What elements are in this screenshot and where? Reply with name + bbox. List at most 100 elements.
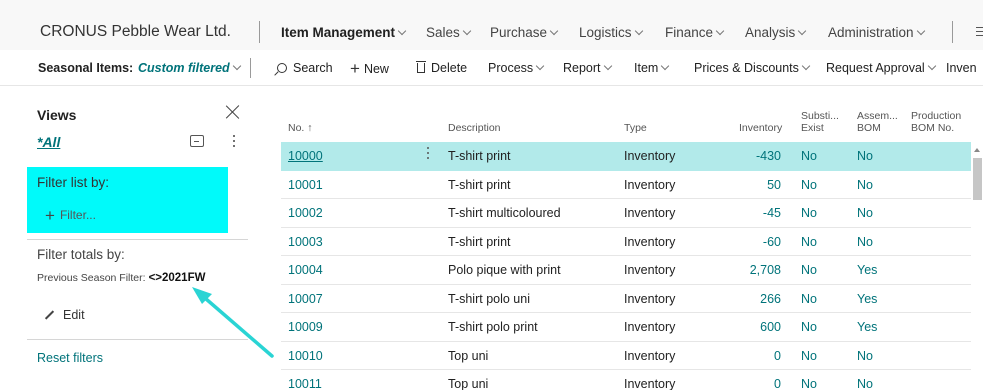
chevron-down-icon bbox=[916, 26, 925, 36]
table-row[interactable]: 10002 T-shirt multicoloured Inventory -4… bbox=[281, 199, 971, 228]
item-assembly-bom[interactable]: Yes bbox=[857, 292, 877, 306]
item-assembly-bom[interactable]: Yes bbox=[857, 263, 877, 277]
item-description: Top uni bbox=[448, 377, 489, 390]
chevron-down-icon bbox=[715, 26, 725, 36]
column-header-description[interactable]: Description bbox=[448, 122, 501, 134]
item-substitutes-exist[interactable]: No bbox=[801, 206, 817, 220]
chevron-down-icon bbox=[397, 26, 407, 36]
previous-season-filter[interactable]: Previous Season Filter: <>2021FW bbox=[37, 272, 205, 284]
request-approval-menu[interactable]: Request Approval bbox=[826, 61, 936, 75]
delete-label: Delete bbox=[431, 61, 468, 75]
prices-discounts-menu[interactable]: Prices & Discounts bbox=[694, 61, 811, 75]
new-button[interactable]: + New bbox=[350, 58, 389, 78]
item-assembly-bom[interactable]: Yes bbox=[857, 320, 877, 334]
column-header-assembly-line1[interactable]: Assem... bbox=[857, 110, 898, 122]
nav-item-management[interactable]: Item Management bbox=[281, 25, 407, 40]
item-assembly-bom[interactable]: No bbox=[857, 235, 873, 249]
item-substitutes-exist[interactable]: No bbox=[801, 349, 817, 363]
process-menu[interactable]: Process bbox=[488, 61, 545, 75]
table-row[interactable]: 10010 Top uni Inventory 0 No No bbox=[281, 342, 971, 370]
view-all-link[interactable]: *All bbox=[37, 134, 60, 150]
nav-administration[interactable]: Administration bbox=[828, 25, 925, 40]
item-inventory[interactable]: 600 bbox=[760, 320, 781, 334]
column-header-production-line2[interactable]: BOM No. bbox=[911, 122, 954, 134]
column-header-production-line1[interactable]: Production bbox=[911, 110, 961, 122]
scrollbar-thumb[interactable] bbox=[973, 158, 982, 200]
item-assembly-bom[interactable]: No bbox=[857, 377, 873, 390]
item-inventory[interactable]: 50 bbox=[767, 178, 781, 192]
view-filter-selector[interactable]: Custom filtered bbox=[138, 61, 241, 75]
item-substitutes-exist[interactable]: No bbox=[801, 149, 817, 163]
reset-filters-link[interactable]: Reset filters bbox=[37, 351, 103, 365]
delete-button[interactable]: Delete bbox=[416, 61, 468, 75]
scroll-up-arrow-icon[interactable] bbox=[974, 148, 980, 152]
pencil-icon bbox=[44, 310, 55, 320]
prices-discounts-label: Prices & Discounts bbox=[694, 61, 799, 75]
add-filter-button[interactable]: + Filter... bbox=[45, 204, 96, 225]
column-header-substitutes-line1[interactable]: Substi... bbox=[801, 110, 839, 122]
item-menu[interactable]: Item bbox=[634, 61, 670, 75]
item-number-link[interactable]: 10002 bbox=[288, 206, 323, 220]
item-inventory[interactable]: 2,708 bbox=[750, 263, 781, 277]
chevron-down-icon bbox=[801, 61, 811, 71]
table-row[interactable]: 10000 T-shirt print Inventory -430 No No bbox=[281, 142, 971, 171]
row-actions-icon[interactable] bbox=[427, 147, 429, 162]
item-inventory[interactable]: 266 bbox=[760, 292, 781, 306]
grid-scrollbar[interactable] bbox=[972, 142, 983, 390]
company-name[interactable]: CRONUS Pebble Wear Ltd. bbox=[40, 23, 231, 41]
nav-sales[interactable]: Sales bbox=[426, 25, 472, 40]
item-number-link[interactable]: 10003 bbox=[288, 235, 323, 249]
table-row[interactable]: 10011 Top uni Inventory 0 No No bbox=[281, 370, 971, 390]
item-type: Inventory bbox=[624, 206, 676, 220]
item-inventory[interactable]: 0 bbox=[774, 349, 781, 363]
item-substitutes-exist[interactable]: No bbox=[801, 320, 817, 334]
column-header-inventory[interactable]: Inventory bbox=[739, 122, 782, 134]
item-inventory[interactable]: -60 bbox=[763, 235, 781, 249]
column-header-type[interactable]: Type bbox=[624, 122, 647, 134]
more-options-icon[interactable] bbox=[233, 135, 237, 150]
table-row[interactable]: 10009 T-shirt polo print Inventory 600 N… bbox=[281, 313, 971, 342]
chevron-down-icon bbox=[661, 61, 670, 71]
column-header-assembly-line2[interactable]: BOM bbox=[857, 122, 881, 134]
edit-totals-button[interactable]: Edit bbox=[44, 308, 85, 322]
action-bar: Seasonal Items: Custom filtered Search +… bbox=[0, 50, 983, 86]
chevron-down-icon bbox=[535, 61, 545, 71]
item-substitutes-exist[interactable]: No bbox=[801, 263, 817, 277]
inventory-menu[interactable]: Inven bbox=[946, 61, 977, 75]
item-assembly-bom[interactable]: No bbox=[857, 206, 873, 220]
item-inventory[interactable]: 0 bbox=[774, 377, 781, 390]
item-assembly-bom[interactable]: No bbox=[857, 149, 873, 163]
report-menu[interactable]: Report bbox=[563, 61, 612, 75]
column-header-substitutes-line2[interactable]: Exist bbox=[801, 122, 824, 134]
item-substitutes-exist[interactable]: No bbox=[801, 235, 817, 249]
table-row[interactable]: 10001 T-shirt print Inventory 50 No No bbox=[281, 171, 971, 199]
nav-purchase[interactable]: Purchase bbox=[490, 25, 559, 40]
item-substitutes-exist[interactable]: No bbox=[801, 292, 817, 306]
item-inventory[interactable]: -430 bbox=[756, 149, 781, 163]
item-inventory[interactable]: -45 bbox=[763, 206, 781, 220]
nav-logistics[interactable]: Logistics bbox=[579, 25, 643, 40]
search-button[interactable]: Search bbox=[277, 61, 333, 75]
item-number-link[interactable]: 10009 bbox=[288, 320, 323, 334]
item-number-link[interactable]: 10001 bbox=[288, 178, 323, 192]
item-assembly-bom[interactable]: No bbox=[857, 349, 873, 363]
item-number-link[interactable]: 10007 bbox=[288, 292, 323, 306]
nav-analysis[interactable]: Analysis bbox=[745, 25, 807, 40]
item-number-link[interactable]: 10010 bbox=[288, 349, 323, 363]
item-assembly-bom[interactable]: No bbox=[857, 178, 873, 192]
item-substitutes-exist[interactable]: No bbox=[801, 377, 817, 390]
chevron-down-icon bbox=[232, 61, 241, 71]
save-view-icon[interactable] bbox=[190, 135, 204, 147]
item-substitutes-exist[interactable]: No bbox=[801, 178, 817, 192]
item-number-link[interactable]: 10004 bbox=[288, 263, 323, 277]
table-row[interactable]: 10003 T-shirt print Inventory -60 No No bbox=[281, 228, 971, 256]
table-row[interactable]: 10004 Polo pique with print Inventory 2,… bbox=[281, 256, 971, 285]
table-row[interactable]: 10007 T-shirt polo uni Inventory 266 No … bbox=[281, 285, 971, 313]
search-label: Search bbox=[293, 61, 333, 75]
hamburger-menu-icon[interactable] bbox=[976, 27, 983, 39]
column-header-no[interactable]: No. ↑ bbox=[288, 122, 313, 134]
item-number-link[interactable]: 10011 bbox=[288, 377, 322, 390]
nav-finance[interactable]: Finance bbox=[665, 25, 725, 40]
item-number-link[interactable]: 10000 bbox=[288, 149, 323, 163]
close-icon[interactable] bbox=[224, 103, 242, 121]
